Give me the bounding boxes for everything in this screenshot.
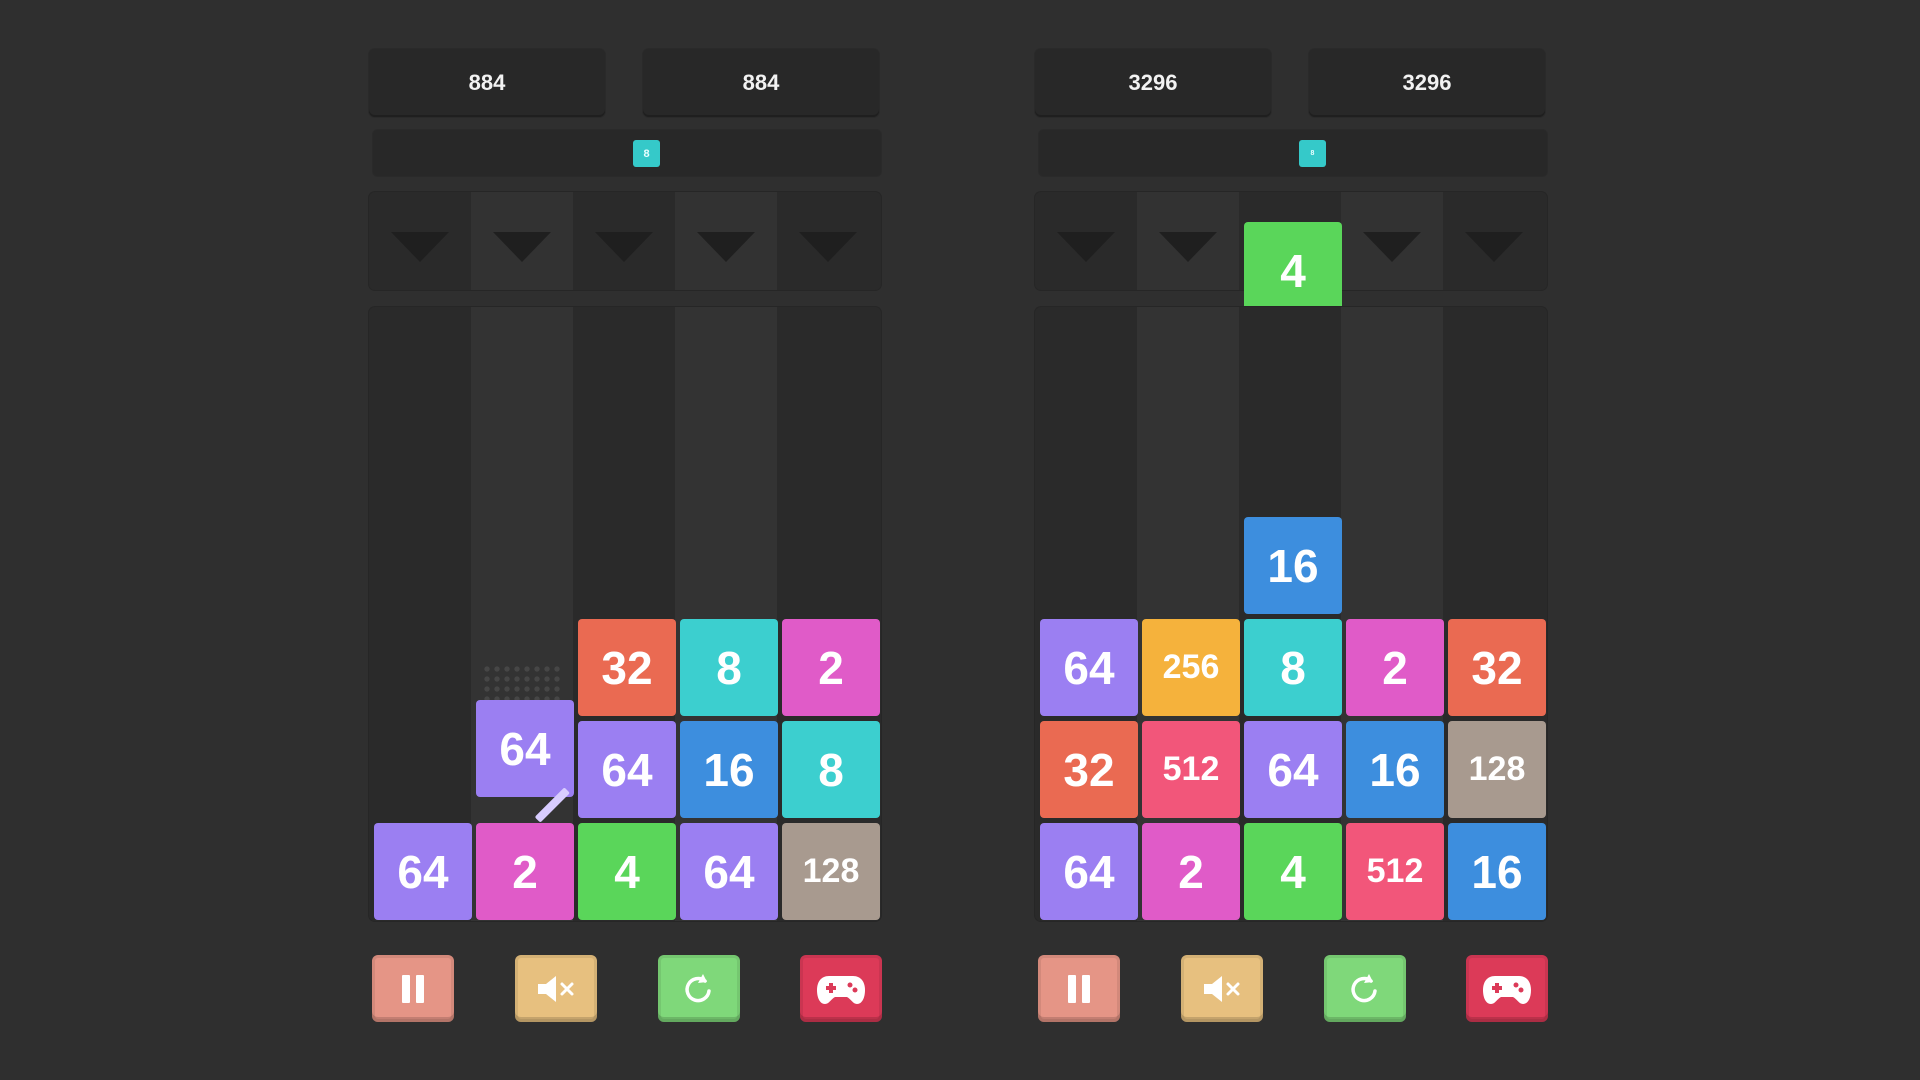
- tile: 16: [680, 721, 778, 818]
- gamepad-icon: [817, 975, 865, 1004]
- tile: 128: [782, 823, 880, 920]
- game-grid: 32 8 2 64 64 16 8 64 2 4 64 128: [369, 307, 881, 921]
- tile-value: 64: [499, 722, 551, 775]
- drop-column-4[interactable]: [675, 192, 777, 290]
- drop-column-5[interactable]: [1443, 192, 1545, 290]
- restart-button[interactable]: [658, 955, 740, 1022]
- tile: 256: [1142, 619, 1240, 716]
- tile: 16: [1244, 517, 1342, 614]
- tile: 512: [1142, 721, 1240, 818]
- score-display: 3296: [1035, 49, 1271, 117]
- drop-selector-row: [369, 192, 881, 290]
- drop-column-5[interactable]: [777, 192, 879, 290]
- score-display: 884: [369, 49, 605, 117]
- tile: 64: [1040, 823, 1138, 920]
- tile: 8: [1244, 619, 1342, 716]
- drop-selector-row: 4: [1035, 192, 1547, 319]
- game-grid: 16 64 256 8 2 32 32 512 64 16 128 64 2 4…: [1035, 307, 1547, 921]
- pause-icon: [402, 974, 424, 1003]
- tile: 32: [1448, 619, 1546, 716]
- drop-column-2[interactable]: [471, 192, 573, 290]
- tile: 2: [1346, 619, 1444, 716]
- best-score-display: 884: [643, 49, 879, 117]
- tile: 2: [782, 619, 880, 716]
- tile: 32: [578, 619, 676, 716]
- pause-button[interactable]: [1038, 955, 1120, 1022]
- tile: 4: [1244, 823, 1342, 920]
- restart-button[interactable]: [1324, 955, 1406, 1022]
- drop-arrow-icon: [1465, 232, 1523, 262]
- tile: 2: [1142, 823, 1240, 920]
- pause-icon: [1068, 974, 1090, 1003]
- drop-column-2[interactable]: [1137, 192, 1239, 290]
- tile: 32: [1040, 721, 1138, 818]
- next-tile-preview: 8: [1299, 140, 1326, 167]
- tile: 4: [578, 823, 676, 920]
- tile: 8: [782, 721, 880, 818]
- drop-arrow-icon: [1159, 232, 1217, 262]
- restart-icon: [685, 973, 711, 1002]
- next-tile-preview: 8: [633, 140, 660, 167]
- speaker-muted-icon: [1204, 975, 1240, 1002]
- tile: 2: [476, 823, 574, 920]
- drop-arrow-icon: [391, 232, 449, 262]
- board-left: 884 884 8 32 8 2 64 64 16 8 64 2 4 64 12…: [369, 0, 882, 1080]
- current-drop-tile: 4: [1244, 222, 1342, 319]
- drop-arrow-icon: [799, 232, 857, 262]
- tile: 64: [1244, 721, 1342, 818]
- next-tile-bar: 8: [1039, 130, 1547, 176]
- drop-column-3[interactable]: [573, 192, 675, 290]
- gamepad-icon: [1483, 975, 1531, 1004]
- drop-arrow-icon: [1363, 232, 1421, 262]
- drop-column-1[interactable]: [1035, 192, 1137, 290]
- drop-arrow-icon: [493, 232, 551, 262]
- tile: 8: [680, 619, 778, 716]
- tile: 64: [680, 823, 778, 920]
- tile: 64: [1040, 619, 1138, 716]
- board-right: 3296 3296 8 4 16 64 256 8 2 32 32 512 64…: [1035, 0, 1548, 1080]
- pause-button[interactable]: [372, 955, 454, 1022]
- more-games-button[interactable]: [1466, 955, 1548, 1022]
- restart-icon: [1351, 973, 1377, 1002]
- more-games-button[interactable]: [800, 955, 882, 1022]
- drop-arrow-icon: [1057, 232, 1115, 262]
- tile-falling: 64: [476, 700, 574, 823]
- best-score-display: 3296: [1309, 49, 1545, 117]
- speaker-muted-icon: [538, 975, 574, 1002]
- merge-particles: [482, 664, 562, 700]
- tile: 16: [1346, 721, 1444, 818]
- tile: 512: [1346, 823, 1444, 920]
- drop-arrow-icon: [697, 232, 755, 262]
- tile: 64: [578, 721, 676, 818]
- mute-button[interactable]: [515, 955, 597, 1022]
- drop-arrow-icon: [595, 232, 653, 262]
- tile: 16: [1448, 823, 1546, 920]
- drop-column-4[interactable]: [1341, 192, 1443, 290]
- mute-button[interactable]: [1181, 955, 1263, 1022]
- drop-column-1[interactable]: [369, 192, 471, 290]
- tile: 64: [374, 823, 472, 920]
- tile: 128: [1448, 721, 1546, 818]
- next-tile-bar: 8: [373, 130, 881, 176]
